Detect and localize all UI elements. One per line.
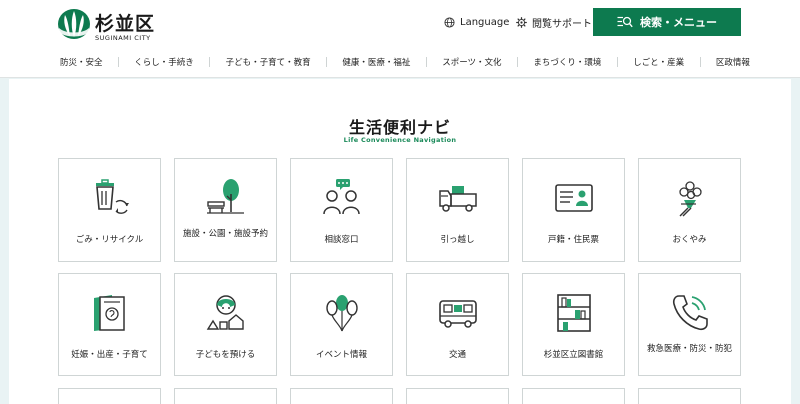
suginami-emblem-icon (58, 9, 90, 39)
nav-item-work-industry[interactable]: しごと・産業 (625, 56, 692, 68)
bookshelf-icon (557, 294, 591, 332)
card-label: 戸籍・住民票 (547, 235, 599, 245)
search-menu-button[interactable]: 検索・メニュー (593, 8, 741, 36)
navi-card-emergency[interactable]: 救急医療・防災・防犯 (638, 273, 741, 376)
accessibility-label: 閲覧サポート (532, 18, 592, 30)
nav-divider (425, 57, 427, 67)
card-label: 妊娠・出産・子育て (71, 350, 148, 360)
id-card-icon (555, 184, 593, 212)
navi-card-partial[interactable] (406, 388, 509, 404)
navi-card-moving[interactable]: 引っ越し (406, 158, 509, 262)
card-label: 相談窓口 (324, 235, 359, 245)
gear-icon (516, 16, 527, 28)
navi-card-childcare[interactable]: 子どもを預ける (174, 273, 277, 376)
flower-bouquet-icon (679, 181, 702, 217)
navi-card-consultation[interactable]: 相談窓口 (290, 158, 393, 262)
suginami-logo[interactable]: 杉並区 SUGINAMI CITY (57, 8, 157, 42)
nav-item-disaster-safety[interactable]: 防災・安全 (52, 56, 111, 68)
search-menu-icon (617, 16, 633, 28)
navi-card-partial[interactable] (58, 388, 161, 404)
navi-grid: ごみ・リサイクル 施設・公園・施設予約 相談窓口 引っ越し 戸籍・住民票 おくや… (58, 158, 742, 404)
site-header: 杉並区 SUGINAMI CITY Language 閲覧サポート 検索・メニュ… (0, 0, 800, 78)
navi-card-garbage[interactable]: ごみ・リサイクル (58, 158, 161, 262)
navi-card-partial[interactable] (290, 388, 393, 404)
nav-divider (209, 57, 211, 67)
nav-divider (699, 57, 701, 67)
section-title: 生活便利ナビ (348, 118, 451, 137)
logo-subtext: SUGINAMI CITY (95, 34, 151, 42)
accessibility-support-link[interactable]: 閲覧サポート (516, 14, 592, 30)
card-label: おくやみ (672, 235, 707, 245)
balloons-icon (326, 295, 358, 332)
logo-text: 杉並区 (95, 13, 156, 35)
card-label: イベント情報 (315, 350, 367, 360)
consultation-icon (323, 179, 360, 215)
trash-recycle-icon (96, 179, 129, 214)
nav-item-living-procedures[interactable]: くらし・手続き (126, 56, 202, 68)
childcare-house-icon (206, 295, 244, 330)
card-label: 杉並区立図書館 (543, 350, 604, 360)
navi-card-partial[interactable] (638, 388, 741, 404)
language-link[interactable]: Language (444, 14, 509, 30)
moving-truck-icon (439, 186, 477, 212)
nav-divider (616, 57, 618, 67)
nav-item-town-environment[interactable]: まちづくり・環境 (525, 56, 609, 68)
phone-emergency-icon (672, 295, 708, 331)
navi-card-pregnancy[interactable]: 妊娠・出産・子育て (58, 273, 161, 376)
nav-item-children-education[interactable]: 子ども・子育て・教育 (218, 56, 319, 68)
maternity-handbook-icon (94, 295, 125, 331)
nav-item-sports-culture[interactable]: スポーツ・文化 (434, 56, 509, 68)
global-nav: 防災・安全 くらし・手続き 子ども・子育て・教育 健康・医療・福祉 スポーツ・文… (52, 55, 758, 69)
search-menu-label: 検索・メニュー (640, 16, 717, 29)
nav-divider (516, 57, 518, 67)
bus-icon (439, 300, 477, 328)
card-label: 交通 (448, 350, 466, 360)
navi-card-transport[interactable]: 交通 (406, 273, 509, 376)
navi-card-family-register[interactable]: 戸籍・住民票 (522, 158, 625, 262)
navi-card-events[interactable]: イベント情報 (290, 273, 393, 376)
card-label: ごみ・リサイクル (75, 235, 144, 245)
navi-card-library[interactable]: 杉並区立図書館 (522, 273, 625, 376)
navi-card-facilities[interactable]: 施設・公園・施設予約 (174, 158, 277, 262)
main-content: 生活便利ナビ Life Convenience Navigation ごみ・リサ… (9, 79, 791, 404)
card-label: 子どもを預ける (195, 350, 256, 360)
nav-item-health-welfare[interactable]: 健康・医療・福祉 (334, 56, 418, 68)
navi-card-partial[interactable] (174, 388, 277, 404)
section-subtitle: Life Convenience Navigation (343, 136, 457, 144)
navi-card-partial[interactable] (522, 388, 625, 404)
card-label: 救急医療・防災・防犯 (646, 344, 732, 354)
language-label: Language (460, 16, 510, 28)
navi-card-bereavement[interactable]: おくやみ (638, 158, 741, 262)
nav-divider (117, 57, 119, 67)
globe-icon (444, 16, 455, 28)
nav-divider (326, 57, 327, 67)
nav-item-administration[interactable]: 区政情報 (708, 56, 758, 68)
park-bench-tree-icon (207, 179, 244, 214)
card-label: 施設・公園・施設予約 (182, 229, 268, 239)
card-label: 引っ越し (440, 235, 475, 245)
